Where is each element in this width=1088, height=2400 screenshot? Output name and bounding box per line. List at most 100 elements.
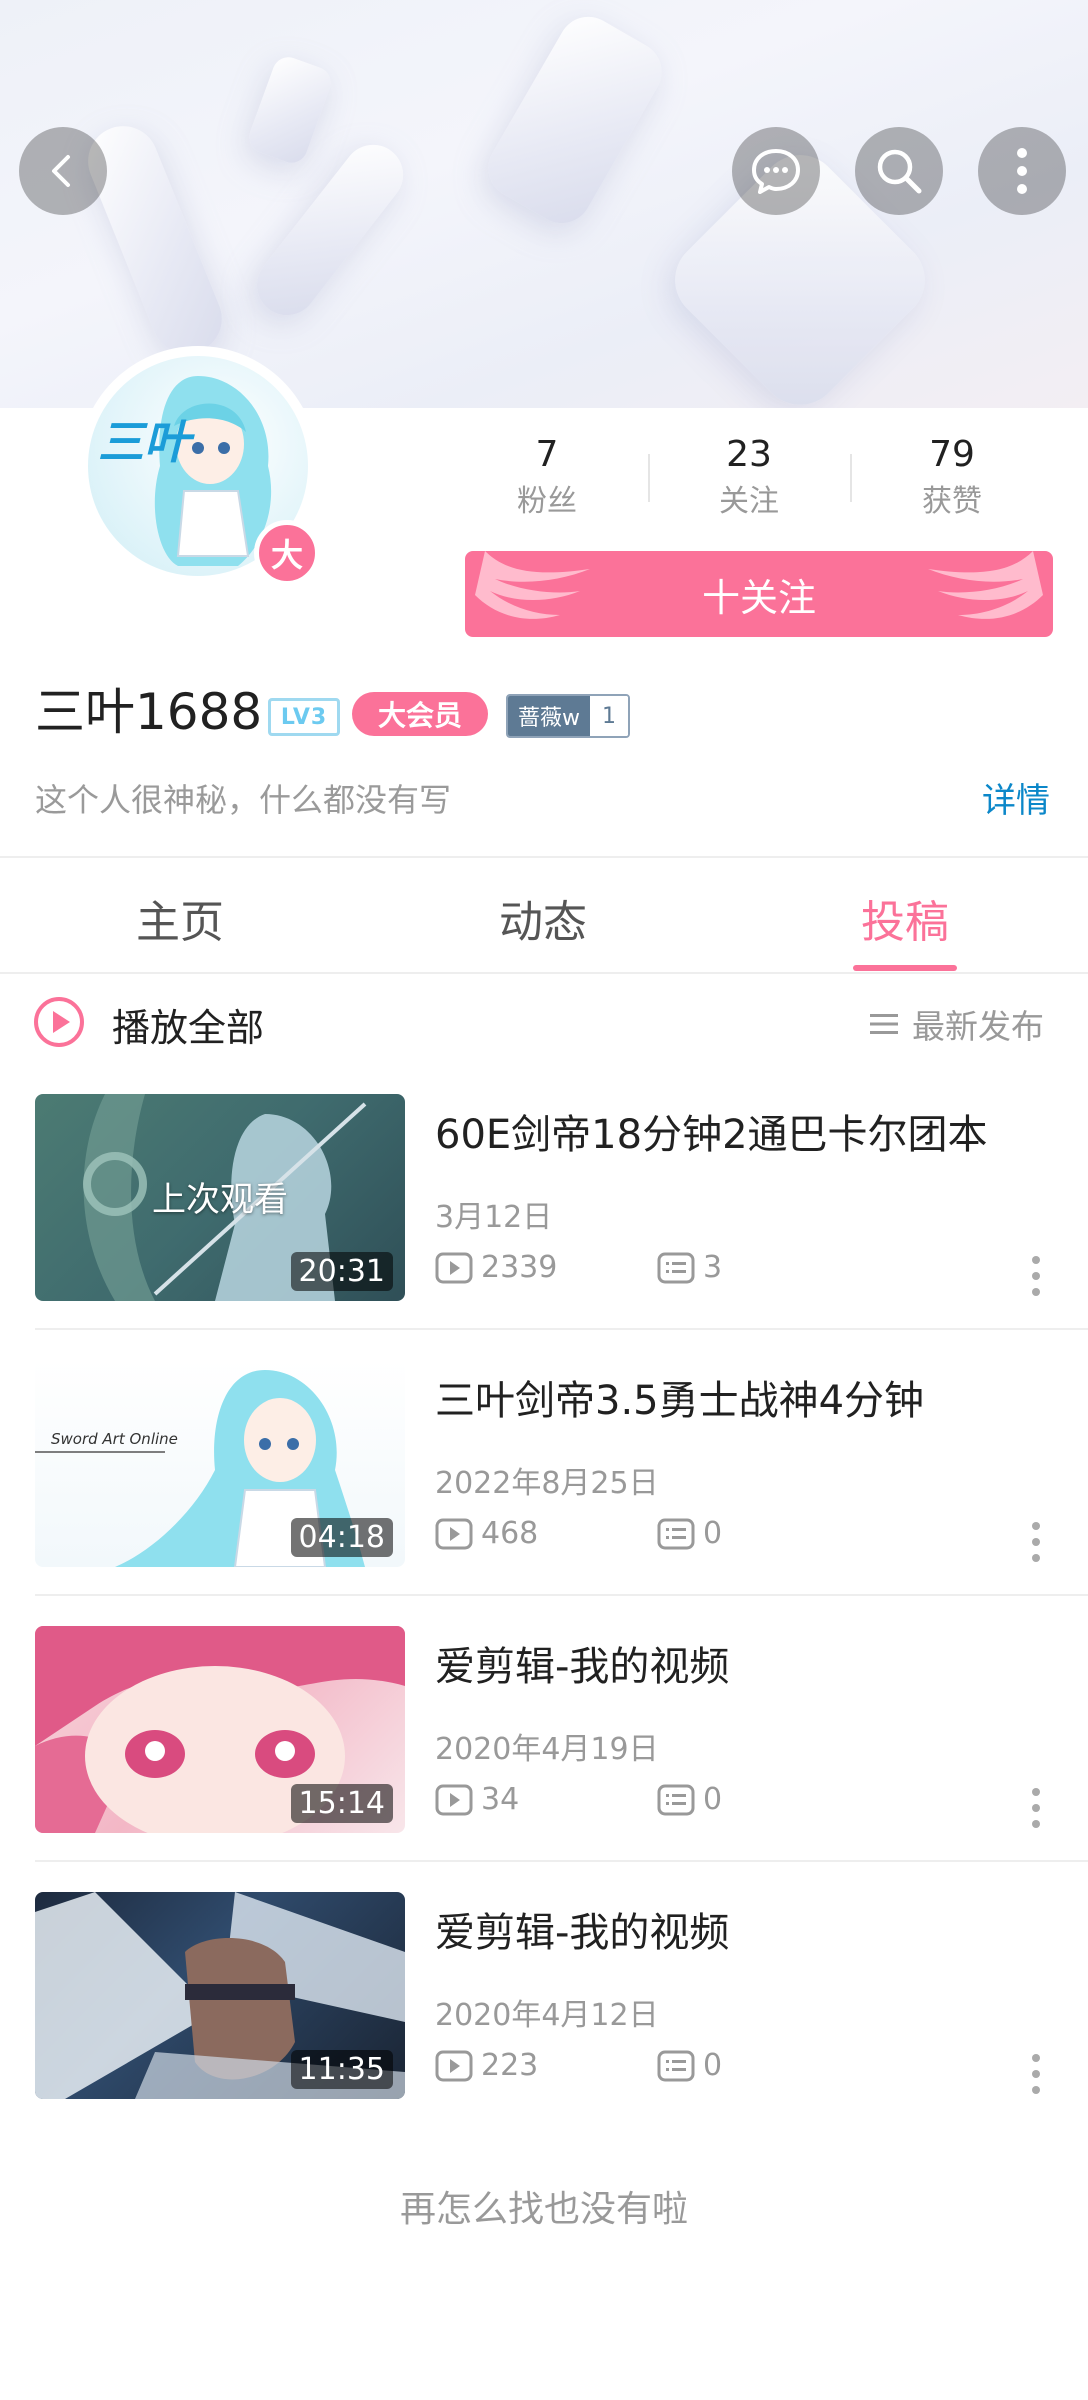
video-title[interactable]: 爱剪辑-我的视频 — [435, 1634, 729, 1692]
tab-home[interactable]: 主页 — [80, 886, 280, 950]
back-button[interactable] — [19, 127, 107, 215]
more-options-icon[interactable] — [1030, 2052, 1042, 2096]
video-stats: 34 0 — [435, 1782, 722, 1817]
follow-label: 十关注 — [701, 575, 816, 620]
video-duration: 11:35 — [290, 2050, 393, 2089]
comment-count-icon — [657, 1784, 695, 1815]
video-date: 2022年8月25日 — [435, 1466, 659, 1501]
play-count-value: 223 — [481, 2048, 539, 2083]
wing-decoration-icon — [928, 551, 1043, 619]
video-thumbnail[interactable]: 上次观看 20:31 — [35, 1094, 405, 1301]
play-count-value: 34 — [481, 1782, 520, 1817]
more-menu-button[interactable] — [978, 127, 1066, 215]
video-title[interactable]: 爱剪辑-我的视频 — [435, 1900, 729, 1958]
video-stats: 2339 3 — [435, 1250, 722, 1285]
sort-button[interactable]: 最新发布 — [868, 1000, 1044, 1048]
video-item[interactable]: 上次观看 20:31 60E剑帝18分钟2通巴卡尔团本 3月12日 2339 3 — [0, 1064, 1088, 1330]
back-arrow-icon — [52, 155, 70, 187]
play-count-value: 468 — [481, 1516, 539, 1551]
comment-count: 0 — [657, 2048, 722, 2083]
stat-fans[interactable]: 7 粉丝 — [447, 432, 647, 522]
vip-badge[interactable]: 大会员 — [352, 692, 488, 736]
thumbnail-caption: Sword Art Online — [51, 1430, 178, 1448]
more-options-icon[interactable] — [1030, 1254, 1042, 1298]
search-button[interactable] — [855, 127, 943, 215]
tab-active-indicator — [853, 965, 957, 971]
video-date: 2020年4月19日 — [435, 1732, 659, 1767]
medal-level: 1 — [590, 696, 628, 736]
vip-avatar-badge: 大 — [254, 520, 320, 586]
play-count-icon — [435, 1252, 473, 1283]
stat-number: 23 — [726, 434, 772, 475]
stat-label: 粉丝 — [517, 484, 577, 519]
video-duration: 15:14 — [290, 1784, 393, 1823]
comment-count: 0 — [657, 1782, 722, 1817]
level-badge: LV3 — [268, 698, 340, 736]
comment-count-value: 0 — [703, 1782, 723, 1817]
sort-lines-icon — [870, 1014, 898, 1034]
play-count-icon — [435, 1784, 473, 1815]
comment-count-icon — [657, 1518, 695, 1549]
play-count-value: 2339 — [481, 1250, 558, 1285]
play-count: 2339 — [435, 1250, 657, 1285]
video-item[interactable]: 11:35 爱剪辑-我的视频 2020年4月12日 223 0 — [0, 1862, 1088, 2128]
avatar-logo-text: 三叶 — [98, 415, 190, 469]
play-all-label[interactable]: 播放全部 — [112, 997, 264, 1052]
video-title[interactable]: 60E剑帝18分钟2通巴卡尔团本 — [435, 1102, 988, 1160]
play-count: 223 — [435, 2048, 657, 2083]
video-title[interactable]: 三叶剑帝3.5勇士战神4分钟 — [435, 1368, 924, 1426]
comment-count-value: 0 — [703, 2048, 723, 2083]
more-options-icon[interactable] — [1030, 1520, 1042, 1564]
stat-number: 7 — [535, 434, 559, 475]
video-thumbnail[interactable]: 11:35 — [35, 1892, 405, 2099]
tab-divider — [0, 972, 1088, 974]
comment-count-icon — [657, 1252, 695, 1283]
banner-decoration — [244, 52, 336, 168]
more-vertical-icon — [1017, 148, 1027, 194]
username: 三叶1688 — [35, 683, 263, 741]
video-item[interactable]: 15:14 爱剪辑-我的视频 2020年4月19日 34 0 — [0, 1596, 1088, 1862]
message-button[interactable] — [732, 127, 820, 215]
comment-count-icon — [657, 2050, 695, 2081]
follow-button[interactable]: 十关注 — [465, 551, 1053, 637]
chat-bubble-icon — [752, 149, 800, 194]
section-divider — [0, 856, 1088, 858]
user-signature: 这个人很神秘，什么都没有写 — [35, 781, 452, 819]
last-watched-label: 上次观看 — [152, 1180, 288, 1220]
play-count-icon — [435, 1518, 473, 1549]
video-item[interactable]: Sword Art Online 04:18 三叶剑帝3.5勇士战神4分钟 20… — [0, 1330, 1088, 1596]
wing-decoration-icon — [475, 551, 590, 619]
medal-name: 蔷薇w — [508, 696, 590, 736]
video-thumbnail[interactable]: Sword Art Online 04:18 — [35, 1360, 405, 1567]
tab-dynamics[interactable]: 动态 — [443, 886, 643, 950]
video-duration: 04:18 — [290, 1518, 393, 1557]
stat-label: 获赞 — [922, 484, 982, 519]
play-all-icon[interactable] — [33, 996, 85, 1048]
comment-count: 0 — [657, 1516, 722, 1551]
tab-uploads[interactable]: 投稿 — [805, 886, 1005, 950]
comment-count-value: 0 — [703, 1516, 723, 1551]
video-stats: 468 0 — [435, 1516, 722, 1551]
comment-count-value: 3 — [703, 1250, 723, 1285]
fan-medal[interactable]: 蔷薇w 1 — [506, 694, 630, 738]
stat-label: 关注 — [719, 484, 779, 519]
play-count-icon — [435, 2050, 473, 2081]
search-icon — [877, 149, 922, 194]
stat-number: 79 — [929, 434, 975, 475]
video-thumbnail[interactable]: 15:14 — [35, 1626, 405, 1833]
video-stats: 223 0 — [435, 2048, 722, 2083]
play-count: 468 — [435, 1516, 657, 1551]
stat-following[interactable]: 23 关注 — [649, 432, 849, 522]
banner-decoration — [477, 5, 673, 235]
sort-label: 最新发布 — [912, 1007, 1044, 1046]
video-date: 3月12日 — [435, 1200, 553, 1235]
detail-link[interactable]: 详情 — [982, 773, 1050, 822]
end-of-list-text: 再怎么找也没有啦 — [399, 2189, 688, 2230]
banner-decoration — [244, 132, 416, 328]
stat-likes[interactable]: 79 获赞 — [852, 432, 1052, 522]
video-duration: 20:31 — [290, 1252, 393, 1291]
more-options-icon[interactable] — [1030, 1786, 1042, 1830]
play-count: 34 — [435, 1782, 657, 1817]
comment-count: 3 — [657, 1250, 722, 1285]
video-date: 2020年4月12日 — [435, 1998, 659, 2033]
